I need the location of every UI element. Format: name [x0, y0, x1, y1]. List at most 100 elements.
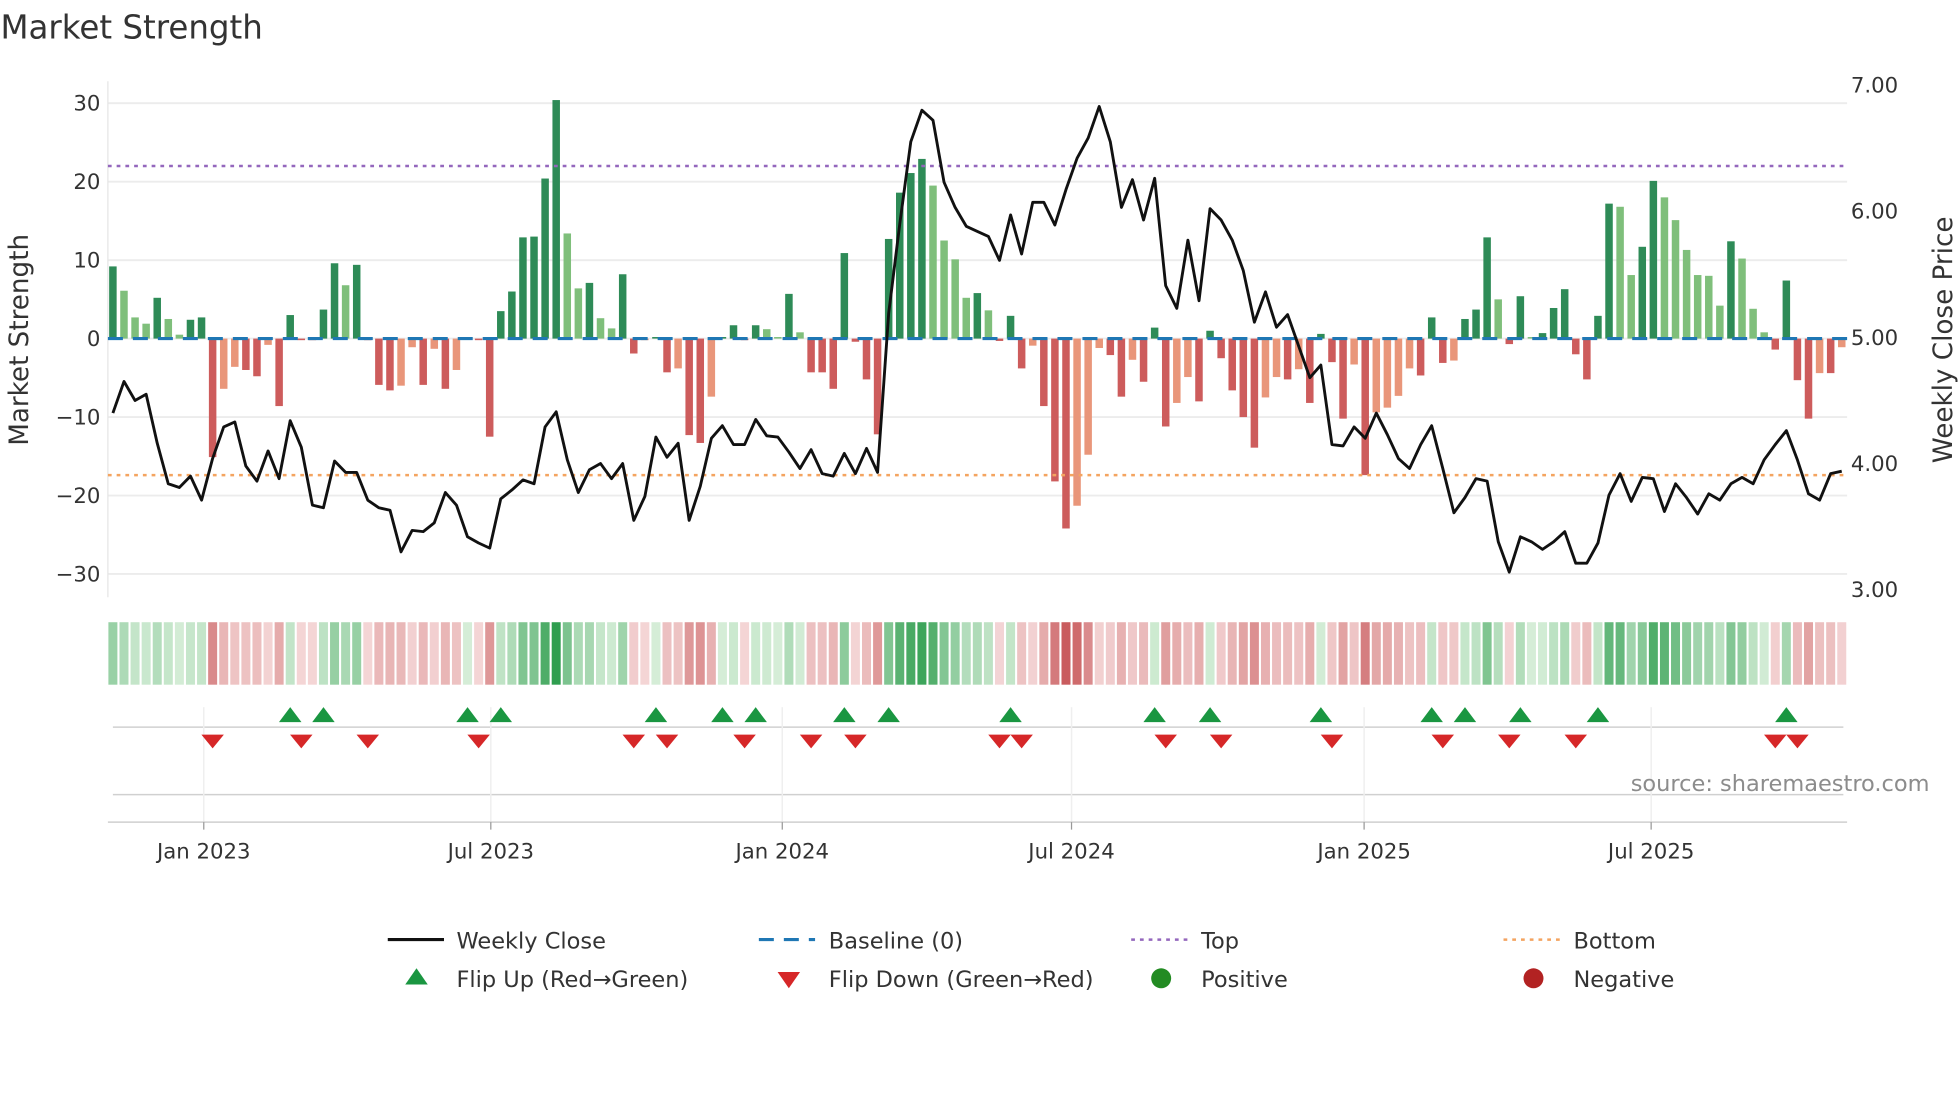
- legend-top[interactable]: Top: [1131, 928, 1239, 954]
- heat-cell: [1438, 622, 1448, 685]
- strength-bar: [330, 263, 339, 339]
- flip-up-marker: [1309, 707, 1333, 723]
- strength-bar: [751, 325, 760, 339]
- strength-bar: [441, 338, 450, 389]
- strength-bar: [341, 285, 350, 339]
- flip-up-marker: [1420, 707, 1443, 723]
- strength-bar: [973, 293, 982, 339]
- strength-bar: [585, 282, 594, 339]
- strength-bar: [1217, 338, 1225, 359]
- left-axis-ticks: 30 20 10 0 −10 −20 −30: [56, 92, 101, 588]
- heat-cell: [1704, 622, 1714, 685]
- heat-cell: [994, 622, 1004, 685]
- heat-cell: [263, 622, 273, 685]
- strength-bar: [1572, 338, 1580, 355]
- heat-cell: [1272, 622, 1282, 685]
- heat-cell: [684, 622, 694, 685]
- heat-cell: [540, 622, 550, 685]
- strength-bar: [1117, 338, 1126, 397]
- strength-bar: [552, 100, 560, 339]
- strength-bar: [1705, 275, 1713, 339]
- heat-cell: [341, 622, 351, 685]
- strength-heat-strip: [108, 622, 1847, 685]
- legend-flip-down[interactable]: Flip Down (Green→Red): [777, 967, 1094, 993]
- heat-cell: [817, 622, 827, 685]
- heat-cell: [330, 622, 340, 685]
- heat-cell: [130, 622, 140, 685]
- strength-bar: [497, 311, 505, 339]
- heat-cell: [1238, 622, 1248, 685]
- legend-weekly-close[interactable]: Weekly Close: [387, 928, 606, 954]
- strength-bar: [807, 338, 815, 373]
- strength-bar: [1494, 299, 1502, 339]
- strength-bar: [1272, 338, 1281, 378]
- heat-cell: [1493, 622, 1503, 685]
- heat-cell: [906, 622, 916, 685]
- strength-bar: [297, 338, 306, 341]
- strength-bar: [1283, 338, 1292, 380]
- heat-cell: [407, 622, 417, 685]
- strength-bar: [1062, 338, 1070, 529]
- heat-cell: [507, 622, 517, 685]
- strength-bar: [1793, 338, 1802, 381]
- heat-cell: [1604, 622, 1614, 685]
- strength-bar: [1549, 307, 1558, 339]
- flip-down-marker: [1010, 734, 1033, 749]
- right-axis-ticks: 7.00 6.00 5.00 4.00 3.00: [1851, 73, 1898, 603]
- heat-cell: [1571, 622, 1581, 685]
- flip-down-marker: [844, 734, 867, 749]
- heat-cell: [806, 622, 816, 685]
- legend-positive[interactable]: Positive: [1151, 967, 1288, 993]
- heat-cell: [1249, 622, 1259, 685]
- heat-cell: [773, 622, 783, 685]
- heat-cell: [1416, 622, 1426, 685]
- flip-down-marker: [655, 734, 679, 749]
- strength-bar: [1084, 338, 1092, 455]
- flip-up-marker: [1198, 707, 1222, 723]
- strength-bar: [352, 264, 361, 339]
- strength-bar: [208, 338, 217, 458]
- legend-label: Weekly Close: [456, 928, 605, 954]
- heat-cell: [1804, 622, 1814, 685]
- heat-cell: [241, 622, 251, 685]
- strength-bar: [1051, 338, 1059, 482]
- flip-up-marker: [1509, 707, 1532, 723]
- flip-up-marker: [489, 707, 513, 723]
- heat-cell: [1061, 622, 1071, 685]
- legend-baseline[interactable]: Baseline (0): [758, 928, 963, 954]
- flip-markers: [112, 707, 1844, 823]
- strength-bar: [519, 237, 527, 339]
- strength-bar: [1184, 338, 1192, 378]
- heat-cell: [440, 622, 450, 685]
- strength-bar: [1361, 338, 1369, 476]
- x-tick-label: Jul 2023: [446, 839, 534, 864]
- y-tick-label: −20: [56, 484, 101, 509]
- x-axis-ticks: Jan 2023 Jul 2023 Jan 2024 Jul 2024 Jan 2025…: [155, 822, 1694, 864]
- heat-cell: [185, 622, 195, 685]
- heat-cell: [1759, 622, 1769, 685]
- legend-negative[interactable]: Negative: [1523, 967, 1675, 993]
- heat-cell: [1504, 622, 1514, 685]
- strength-bar: [1450, 338, 1458, 361]
- heat-cell: [1405, 622, 1415, 685]
- legend-flip-up[interactable]: Flip Up (Red→Green): [405, 967, 688, 993]
- heat-cell: [1371, 622, 1381, 685]
- heat-cell: [662, 622, 672, 685]
- strength-bar: [685, 338, 693, 436]
- heat-cell: [1737, 622, 1747, 685]
- strength-bar: [918, 158, 926, 339]
- flip-down-marker: [201, 734, 224, 749]
- legend-label: Positive: [1201, 967, 1288, 993]
- legend-bottom[interactable]: Bottom: [1503, 928, 1656, 954]
- flip-up-marker: [456, 707, 479, 723]
- heat-cell: [850, 622, 860, 685]
- heat-cell: [1815, 622, 1825, 685]
- heat-cell: [463, 622, 473, 685]
- heat-cell: [928, 622, 938, 685]
- heat-cell: [573, 622, 583, 685]
- heat-cell: [1693, 622, 1703, 685]
- strength-bar: [1394, 338, 1403, 396]
- strength-bar: [253, 338, 261, 377]
- strength-bar: [1815, 338, 1824, 374]
- heat-cell: [1792, 622, 1802, 685]
